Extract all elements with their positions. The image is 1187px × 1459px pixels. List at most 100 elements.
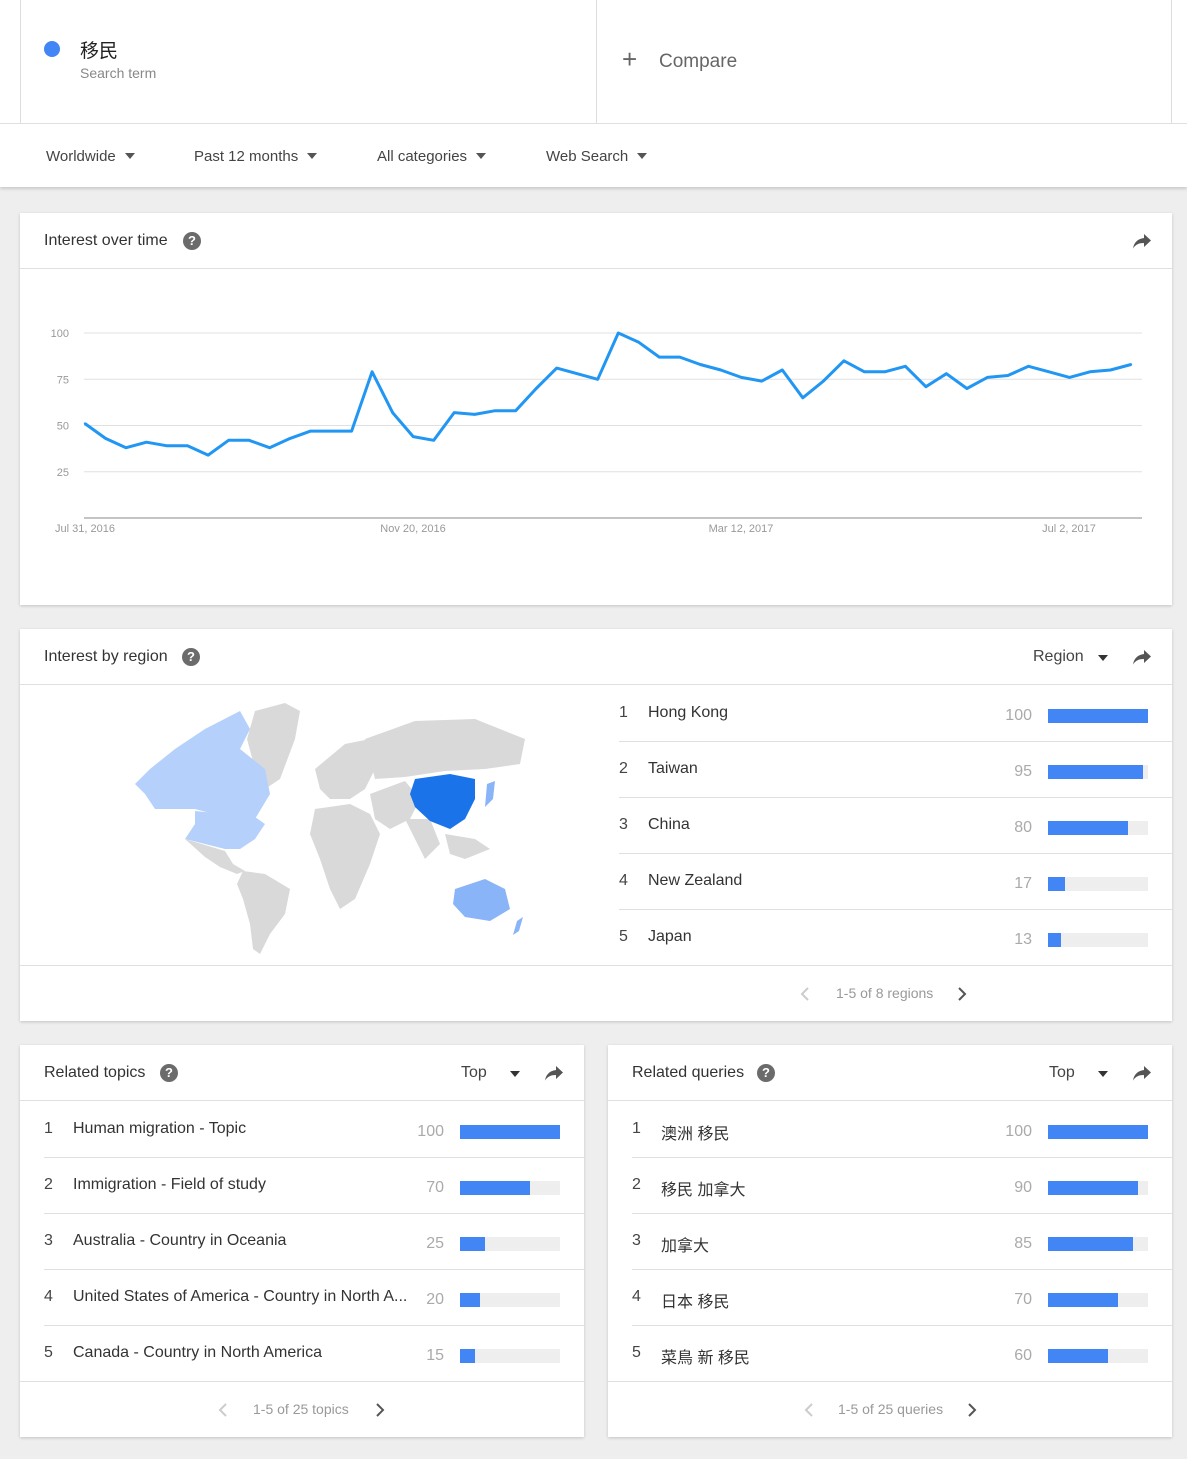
data-point[interactable] bbox=[350, 429, 353, 433]
item-label[interactable]: Canada - Country in North America bbox=[73, 1344, 408, 1362]
region-dropdown[interactable]: Region bbox=[1033, 648, 1084, 666]
compare-box[interactable]: + Compare bbox=[596, 0, 1172, 123]
item-label[interactable]: China bbox=[648, 816, 968, 834]
item-label[interactable]: United States of America - Country in No… bbox=[73, 1288, 408, 1306]
topic-row[interactable]: 5 Canada - Country in North America 15 bbox=[44, 1325, 584, 1381]
item-label[interactable]: 澳洲 移民 bbox=[661, 1120, 996, 1144]
share-icon[interactable] bbox=[1132, 648, 1152, 666]
query-row[interactable]: 4 日本 移民 70 bbox=[632, 1269, 1172, 1326]
help-icon[interactable]: ? bbox=[183, 232, 201, 250]
help-icon[interactable]: ? bbox=[757, 1064, 775, 1082]
data-point[interactable] bbox=[986, 376, 989, 379]
item-label[interactable]: Human migration - Topic bbox=[73, 1120, 408, 1138]
item-label[interactable]: 移民 加拿大 bbox=[661, 1176, 996, 1200]
help-icon[interactable]: ? bbox=[160, 1064, 178, 1082]
topic-row[interactable]: 3 Australia - Country in Oceania 25 bbox=[44, 1213, 584, 1270]
filter-location[interactable]: Worldwide bbox=[46, 148, 135, 165]
dropdown-caret-icon[interactable] bbox=[1098, 655, 1108, 661]
data-point[interactable] bbox=[165, 444, 169, 447]
region-row[interactable]: 4 New Zealand 17 bbox=[619, 853, 1172, 910]
data-point[interactable] bbox=[904, 365, 907, 368]
data-point[interactable] bbox=[658, 355, 661, 359]
region-row[interactable]: 3 China 80 bbox=[619, 797, 1172, 854]
share-icon[interactable] bbox=[544, 1064, 564, 1082]
share-icon[interactable] bbox=[1132, 232, 1152, 250]
data-point[interactable] bbox=[945, 372, 948, 375]
data-point[interactable] bbox=[370, 370, 374, 373]
data-point[interactable] bbox=[678, 355, 681, 359]
data-point[interactable] bbox=[329, 429, 333, 433]
help-icon[interactable]: ? bbox=[182, 648, 200, 666]
data-point[interactable] bbox=[288, 437, 292, 440]
data-point[interactable] bbox=[863, 370, 866, 373]
plus-icon[interactable]: + bbox=[622, 46, 637, 72]
dropdown-caret-icon[interactable] bbox=[510, 1071, 520, 1077]
data-point[interactable] bbox=[247, 439, 251, 442]
item-label[interactable]: Taiwan bbox=[648, 760, 968, 778]
query-row[interactable]: 3 加拿大 85 bbox=[632, 1213, 1172, 1270]
item-label[interactable]: Australia - Country in Oceania bbox=[73, 1232, 408, 1250]
filter-search-type[interactable]: Web Search bbox=[546, 148, 648, 165]
data-point[interactable] bbox=[883, 370, 887, 373]
chevron-right-icon[interactable] bbox=[957, 987, 967, 1001]
query-row[interactable]: 5 菜鳥 新 移民 60 bbox=[632, 1325, 1172, 1381]
world-map[interactable] bbox=[115, 699, 535, 959]
data-point[interactable] bbox=[1088, 370, 1092, 373]
series-line[interactable] bbox=[84, 331, 1132, 457]
topics-type-dropdown[interactable]: Top bbox=[461, 1064, 487, 1082]
data-point[interactable] bbox=[473, 413, 476, 416]
data-point[interactable] bbox=[1006, 374, 1010, 377]
topic-row[interactable]: 4 United States of America - Country in N… bbox=[44, 1269, 584, 1326]
chevron-left-icon[interactable] bbox=[804, 1403, 814, 1417]
data-point[interactable] bbox=[453, 411, 456, 414]
item-label[interactable]: New Zealand bbox=[648, 872, 968, 890]
region-row[interactable]: 1 Hong Kong 100 bbox=[619, 685, 1172, 742]
data-point[interactable] bbox=[186, 444, 189, 447]
data-point[interactable] bbox=[760, 379, 763, 383]
search-term-text[interactable]: 移民 bbox=[80, 36, 118, 63]
item-label[interactable]: 日本 移民 bbox=[661, 1288, 996, 1312]
chevron-right-icon[interactable] bbox=[967, 1403, 977, 1417]
topic-row[interactable]: 2 Immigration - Field of study 70 bbox=[44, 1157, 584, 1214]
data-point[interactable] bbox=[268, 446, 271, 449]
data-point[interactable] bbox=[124, 446, 128, 449]
chevron-right-icon[interactable] bbox=[375, 1403, 385, 1417]
filter-category[interactable]: All categories bbox=[377, 148, 487, 165]
dropdown-caret-icon[interactable] bbox=[1098, 1071, 1108, 1077]
query-row[interactable]: 2 移民 加拿大 90 bbox=[632, 1157, 1172, 1214]
data-point[interactable] bbox=[699, 363, 702, 366]
data-point[interactable] bbox=[617, 331, 620, 335]
data-point[interactable] bbox=[83, 422, 87, 425]
data-point[interactable] bbox=[206, 453, 210, 457]
data-point[interactable] bbox=[227, 439, 230, 442]
data-point[interactable] bbox=[514, 409, 517, 412]
data-point[interactable] bbox=[740, 376, 743, 379]
chevron-left-icon[interactable] bbox=[218, 1403, 228, 1417]
item-label[interactable]: 加拿大 bbox=[661, 1232, 996, 1256]
data-point[interactable] bbox=[145, 441, 148, 444]
data-point[interactable] bbox=[412, 435, 415, 438]
data-point[interactable] bbox=[965, 387, 969, 390]
data-point[interactable] bbox=[1129, 363, 1133, 366]
data-point[interactable] bbox=[781, 368, 784, 372]
data-point[interactable] bbox=[842, 359, 846, 362]
data-point[interactable] bbox=[391, 411, 394, 414]
search-term-box[interactable]: 移民 Search term bbox=[20, 0, 597, 123]
item-label[interactable]: Japan bbox=[648, 928, 968, 946]
data-point[interactable] bbox=[1068, 376, 1071, 379]
item-label[interactable]: 菜鳥 新 移民 bbox=[661, 1344, 996, 1368]
data-point[interactable] bbox=[309, 429, 312, 433]
data-point[interactable] bbox=[432, 439, 435, 442]
data-point[interactable] bbox=[1047, 370, 1051, 373]
data-point[interactable] bbox=[801, 396, 804, 399]
filter-time-range[interactable]: Past 12 months bbox=[194, 148, 318, 165]
share-icon[interactable] bbox=[1132, 1064, 1152, 1082]
region-row[interactable]: 5 Japan 13 bbox=[619, 909, 1172, 965]
query-row[interactable]: 1 澳洲 移民 100 bbox=[632, 1101, 1172, 1158]
data-point[interactable] bbox=[719, 368, 722, 372]
data-point[interactable] bbox=[104, 437, 107, 440]
data-point[interactable] bbox=[1109, 368, 1112, 372]
data-point[interactable] bbox=[576, 372, 579, 375]
data-point[interactable] bbox=[494, 409, 497, 412]
data-point[interactable] bbox=[596, 378, 599, 381]
